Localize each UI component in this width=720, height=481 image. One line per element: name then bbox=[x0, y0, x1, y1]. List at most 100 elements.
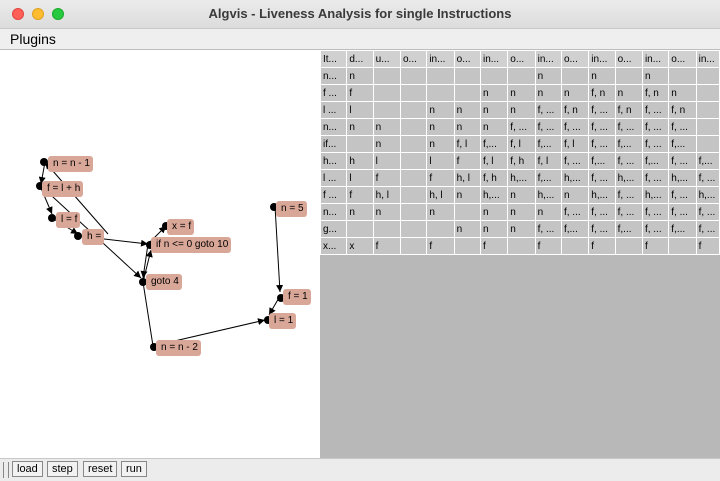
table-cell: f, l bbox=[479, 152, 509, 170]
table-cell bbox=[695, 118, 720, 136]
table-column-header[interactable]: in... bbox=[534, 50, 562, 68]
run-button[interactable]: run bbox=[121, 461, 147, 477]
table-column-header[interactable]: in... bbox=[588, 50, 616, 68]
table-cell: f bbox=[426, 169, 455, 187]
table-row[interactable]: g... n n n f, ... f,... f, ... f,... f, ... f,...… bbox=[319, 220, 720, 238]
table-row[interactable]: f ... f h, l h, l n h,... n h,... n h,... f, ... h,… bbox=[319, 186, 720, 204]
table-cell: h, l bbox=[453, 169, 481, 187]
table-cell: n... bbox=[319, 118, 348, 136]
table-cell: f, ... bbox=[588, 101, 616, 119]
table-row[interactable]: h... h l l f f, l f, h f, l f, ... f,... f, ... f,.… bbox=[319, 152, 720, 170]
table-cell: n bbox=[507, 84, 536, 102]
table-column-header[interactable]: o... bbox=[507, 50, 536, 68]
table-column-header[interactable]: o... bbox=[560, 50, 590, 68]
table-cell: f, l bbox=[534, 152, 562, 170]
table-column-header[interactable]: It... bbox=[319, 50, 348, 68]
graph-node[interactable]: x = f bbox=[167, 219, 195, 235]
step-button[interactable]: step bbox=[47, 461, 78, 477]
graph-node[interactable]: n = 5 bbox=[276, 201, 307, 217]
table-cell bbox=[399, 67, 428, 85]
table-cell: f,... bbox=[560, 220, 590, 238]
table-cell: f, ... bbox=[614, 186, 643, 204]
menu-plugins[interactable]: Plugins bbox=[10, 31, 56, 47]
table-cell: f, ... bbox=[507, 118, 536, 136]
table-column-header[interactable]: in... bbox=[426, 50, 455, 68]
graph-node[interactable]: n = n - 1 bbox=[48, 156, 93, 172]
graph-node[interactable]: f = 1 bbox=[283, 289, 311, 305]
toolbar-grip[interactable] bbox=[3, 462, 9, 478]
table-cell: f bbox=[641, 237, 670, 255]
table-cell: f,... bbox=[641, 152, 670, 170]
graph-node[interactable]: l = 1 bbox=[269, 313, 297, 329]
table-cell: f,... bbox=[534, 135, 562, 153]
graph-node[interactable]: if n <= 0 goto 10 bbox=[151, 237, 232, 253]
graph-node[interactable]: f = l + h bbox=[42, 181, 84, 197]
table-row[interactable]: x... x f f f f f f f bbox=[319, 237, 720, 255]
table-column-header[interactable]: d... bbox=[346, 50, 374, 68]
table-cell bbox=[399, 135, 428, 153]
edge bbox=[142, 281, 154, 347]
graph-node-dot[interactable] bbox=[48, 214, 56, 222]
table-cell bbox=[399, 169, 428, 187]
table-column-header[interactable]: u... bbox=[372, 50, 401, 68]
table-cell: f ... bbox=[319, 84, 348, 102]
table-column-header[interactable]: in... bbox=[479, 50, 509, 68]
table-cell bbox=[507, 237, 536, 255]
reset-button[interactable]: reset bbox=[83, 461, 118, 477]
table-row[interactable]: l ... l n n n n f, ... f, n f, ... f, n f, ... f, n bbox=[319, 101, 720, 119]
table-cell: l ... bbox=[319, 101, 348, 119]
table-cell bbox=[560, 237, 590, 255]
table-cell: f bbox=[372, 169, 401, 187]
table-cell: f, ... bbox=[588, 203, 616, 221]
table-column-header[interactable]: in... bbox=[641, 50, 670, 68]
table-cell bbox=[695, 67, 720, 85]
table-cell: x... bbox=[319, 237, 348, 255]
table-column-header[interactable]: in... bbox=[695, 50, 720, 68]
table-row[interactable]: l ... l f f h, l f, h h,... f,... h,... f, ... h,.… bbox=[319, 169, 720, 187]
table-cell: h,... bbox=[479, 186, 509, 204]
table-cell: h,... bbox=[560, 169, 590, 187]
table-column-header[interactable]: o... bbox=[614, 50, 643, 68]
table-cell: f, h bbox=[507, 152, 536, 170]
table-cell: f,... bbox=[668, 135, 697, 153]
table-cell bbox=[399, 152, 428, 170]
table-cell: f, n bbox=[668, 101, 697, 119]
graph-node-dot[interactable] bbox=[40, 158, 48, 166]
table-column-header[interactable]: o... bbox=[668, 50, 697, 68]
table-row[interactable]: n... n n n n bbox=[319, 67, 720, 85]
table-row[interactable]: if... n n f, l f,... f, l f,... f, l f, ... f,...… bbox=[319, 135, 720, 153]
table-row[interactable]: f ... f n n n n f, n n f, nn bbox=[319, 84, 720, 102]
table-cell: f, ... bbox=[534, 101, 562, 119]
table-cell: n... bbox=[319, 203, 348, 221]
table-column-header[interactable]: o... bbox=[453, 50, 481, 68]
table-row[interactable]: n... n n n n n n f, ... f, ... f, ... f, ... f, ...… bbox=[319, 203, 720, 221]
graph-node[interactable]: n = n - 2 bbox=[156, 340, 201, 356]
table-cell: n bbox=[426, 203, 455, 221]
table-cell bbox=[399, 220, 428, 238]
table-cell: h,... bbox=[695, 186, 720, 204]
table-cell bbox=[399, 186, 428, 204]
table-cell: n bbox=[534, 84, 562, 102]
table-cell: h... bbox=[319, 152, 348, 170]
table-cell: f bbox=[346, 186, 374, 204]
graph-node[interactable]: l = f bbox=[56, 212, 81, 228]
table-cell bbox=[614, 237, 643, 255]
table-cell: h,... bbox=[588, 186, 616, 204]
table-cell: f,... bbox=[668, 220, 697, 238]
table-cell: f, ... bbox=[695, 220, 720, 238]
table-cell: h,... bbox=[614, 169, 643, 187]
load-button[interactable]: load bbox=[12, 461, 43, 477]
table-cell: n bbox=[507, 203, 536, 221]
table-cell bbox=[399, 84, 428, 102]
table-cell: n bbox=[560, 84, 590, 102]
table-cell: n bbox=[453, 101, 481, 119]
table-row[interactable]: n... n n n n n f, ... f, ... f, ... f, ... f, ... f… bbox=[319, 118, 720, 136]
graph-node[interactable]: goto 4 bbox=[146, 274, 182, 290]
graph-node[interactable]: h = bbox=[82, 229, 105, 245]
table-cell: f, l bbox=[453, 135, 481, 153]
graph-node-dot[interactable] bbox=[74, 232, 82, 240]
table-cell: f, ... bbox=[614, 203, 643, 221]
table-column-header[interactable]: o... bbox=[399, 50, 428, 68]
table-cell: h bbox=[346, 152, 374, 170]
table-cell: f, ... bbox=[641, 118, 670, 136]
